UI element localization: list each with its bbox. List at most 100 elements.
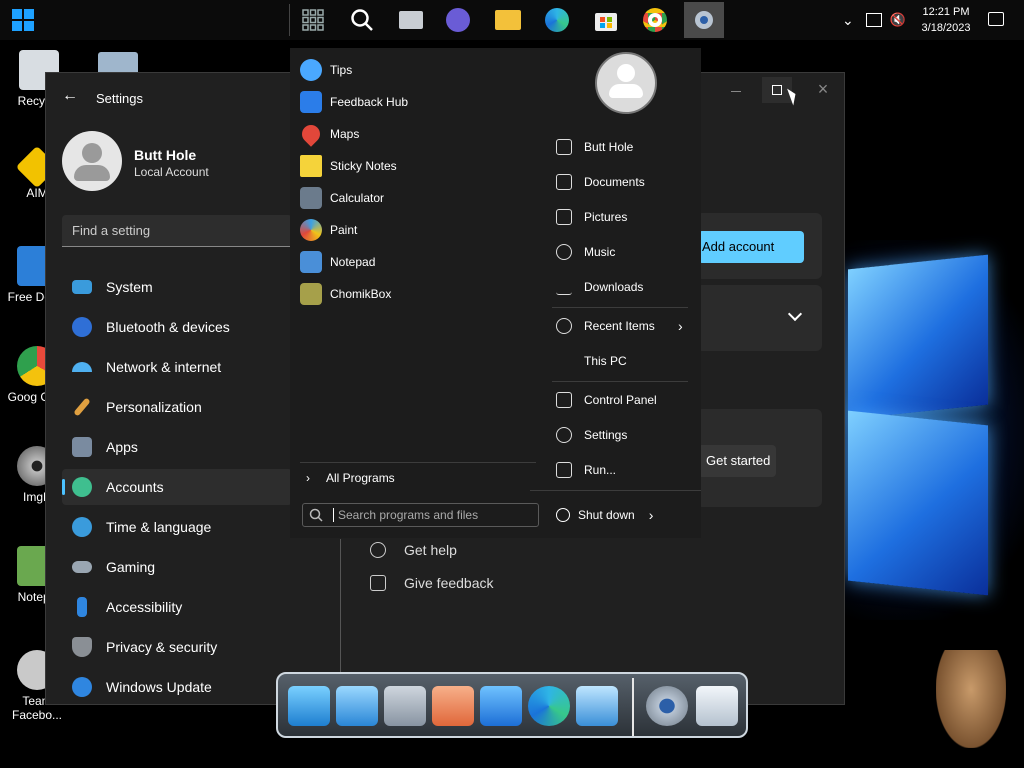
get-started-button[interactable]: Get started: [698, 445, 776, 477]
sticky-note-icon: [300, 155, 322, 177]
nav-time-language[interactable]: Time & language: [62, 509, 292, 545]
program-sticky-notes[interactable]: Sticky Notes: [300, 152, 397, 180]
nav-accounts[interactable]: Accounts: [62, 469, 292, 505]
user-avatar: [62, 131, 122, 191]
account-type: Local Account: [134, 165, 209, 179]
music-note-icon: [556, 244, 572, 260]
start-search-input[interactable]: Search programs and files: [302, 503, 539, 527]
person-icon: [72, 477, 92, 497]
dock-music-icon[interactable]: [432, 686, 474, 726]
user-tile[interactable]: [595, 52, 657, 114]
nav-windows-update[interactable]: Windows Update: [62, 669, 292, 705]
give-feedback-link[interactable]: Give feedback: [370, 575, 494, 591]
start-right-user[interactable]: Butt Hole: [556, 134, 633, 160]
nav-accessibility[interactable]: Accessibility: [62, 589, 292, 625]
clock-time: 12:21 PM: [922, 6, 970, 18]
taskbar: ⌄ 🔇 12:21 PM 3/18/2023: [0, 0, 1024, 40]
program-chomikbox[interactable]: ChomikBox: [300, 280, 391, 308]
add-account-button[interactable]: Add account: [698, 231, 804, 263]
run-icon: [556, 462, 572, 478]
settings-taskbar-button[interactable]: [684, 2, 724, 38]
user-icon-body: [609, 84, 643, 98]
clock[interactable]: 12:21 PM 3/18/2023: [916, 4, 976, 36]
start-right-run[interactable]: Run...: [556, 457, 616, 483]
dock-settings-gear-icon[interactable]: [646, 686, 688, 726]
dock-edge-icon[interactable]: [528, 686, 570, 726]
chevron-right-icon: ›: [678, 318, 683, 334]
program-maps[interactable]: Maps: [298, 120, 359, 148]
palette-icon: [300, 219, 322, 241]
user-icon: [617, 64, 635, 82]
dock-recycle-bin-icon[interactable]: [696, 686, 738, 726]
program-paint[interactable]: Paint: [300, 216, 357, 244]
chevron-right-icon: ›: [648, 507, 654, 523]
start-right-recent-items[interactable]: Recent Items: [556, 313, 655, 339]
network-icon[interactable]: [865, 13, 882, 27]
program-notepad[interactable]: Notepad: [300, 248, 375, 276]
close-button[interactable]: ×: [812, 79, 834, 101]
nav-bluetooth[interactable]: Bluetooth & devices: [62, 309, 292, 345]
nav-system[interactable]: System: [62, 269, 292, 305]
start-right-this-pc[interactable]: This PC: [556, 348, 627, 374]
chrome-button[interactable]: [635, 2, 675, 38]
start-right-downloads[interactable]: Downloads: [556, 274, 643, 300]
apps-icon: [72, 437, 92, 457]
maximize-icon: [772, 85, 782, 95]
user-icon: [82, 143, 102, 163]
minimize-button[interactable]: [722, 81, 750, 101]
widgets-button[interactable]: [391, 2, 431, 38]
task-view-button[interactable]: [293, 2, 333, 38]
program-feedback-hub[interactable]: Feedback Hub: [300, 88, 408, 116]
teams-chat-icon: [446, 8, 470, 32]
update-icon: [72, 677, 92, 697]
dock-documents-icon[interactable]: [384, 686, 426, 726]
expand-card[interactable]: [696, 285, 822, 351]
search-icon: [309, 508, 323, 522]
taskbar-divider: [289, 4, 290, 36]
start-button[interactable]: [4, 2, 44, 38]
nav-gaming[interactable]: Gaming: [62, 549, 292, 585]
start-right-music[interactable]: Music: [556, 239, 615, 265]
globe-clock-icon: [72, 517, 92, 537]
add-account-card: Add account: [696, 213, 822, 279]
search-button[interactable]: [342, 2, 382, 38]
file-explorer-button[interactable]: [488, 2, 528, 38]
nav-privacy[interactable]: Privacy & security: [62, 629, 292, 665]
get-help-link[interactable]: Get help: [370, 542, 457, 558]
nav-personalization[interactable]: Personalization: [62, 389, 292, 425]
program-tips[interactable]: Tips: [300, 56, 352, 84]
nav-apps[interactable]: Apps: [62, 429, 292, 465]
start-right-control-panel[interactable]: Control Panel: [556, 387, 657, 413]
close-icon: ×: [817, 79, 829, 99]
volume-muted-icon[interactable]: 🔇: [890, 12, 906, 28]
settings-search-input[interactable]: Find a setting: [62, 215, 292, 247]
wifi-icon: [72, 362, 92, 372]
hamster-image: [936, 650, 1006, 748]
start-right-documents[interactable]: Documents: [556, 169, 645, 195]
lightbulb-icon: [300, 59, 322, 81]
nav-network[interactable]: Network & internet: [62, 349, 292, 385]
edge-button[interactable]: [537, 2, 577, 38]
start-menu: Tips Feedback Hub Maps Sticky Notes Calc…: [290, 48, 701, 538]
back-arrow-icon[interactable]: ←: [62, 87, 78, 105]
dock-control-panel-icon[interactable]: [576, 686, 618, 726]
notepad-icon: [300, 251, 322, 273]
chomikbox-icon: [300, 283, 322, 305]
chevron-up-icon[interactable]: ⌄: [842, 12, 854, 29]
dock-pictures-icon[interactable]: [480, 686, 522, 726]
store-button[interactable]: [586, 2, 626, 38]
wallpaper-pane: [848, 410, 988, 596]
notifications-icon[interactable]: [988, 12, 1004, 26]
dock-network-icon[interactable]: [336, 686, 378, 726]
start-right-separator: [552, 381, 688, 382]
shutdown-button[interactable]: Shut down ›: [556, 503, 653, 527]
start-right-settings[interactable]: Settings: [556, 422, 627, 448]
program-calculator[interactable]: Calculator: [300, 184, 384, 212]
start-right-pictures[interactable]: Pictures: [556, 204, 627, 230]
teams-button[interactable]: [438, 2, 478, 38]
all-programs-button[interactable]: › All Programs: [306, 464, 395, 492]
minimize-icon: [731, 90, 741, 92]
system-tray: ⌄ 🔇: [842, 0, 918, 40]
user-icon-body: [74, 165, 110, 181]
dock-computer-icon[interactable]: [288, 686, 330, 726]
